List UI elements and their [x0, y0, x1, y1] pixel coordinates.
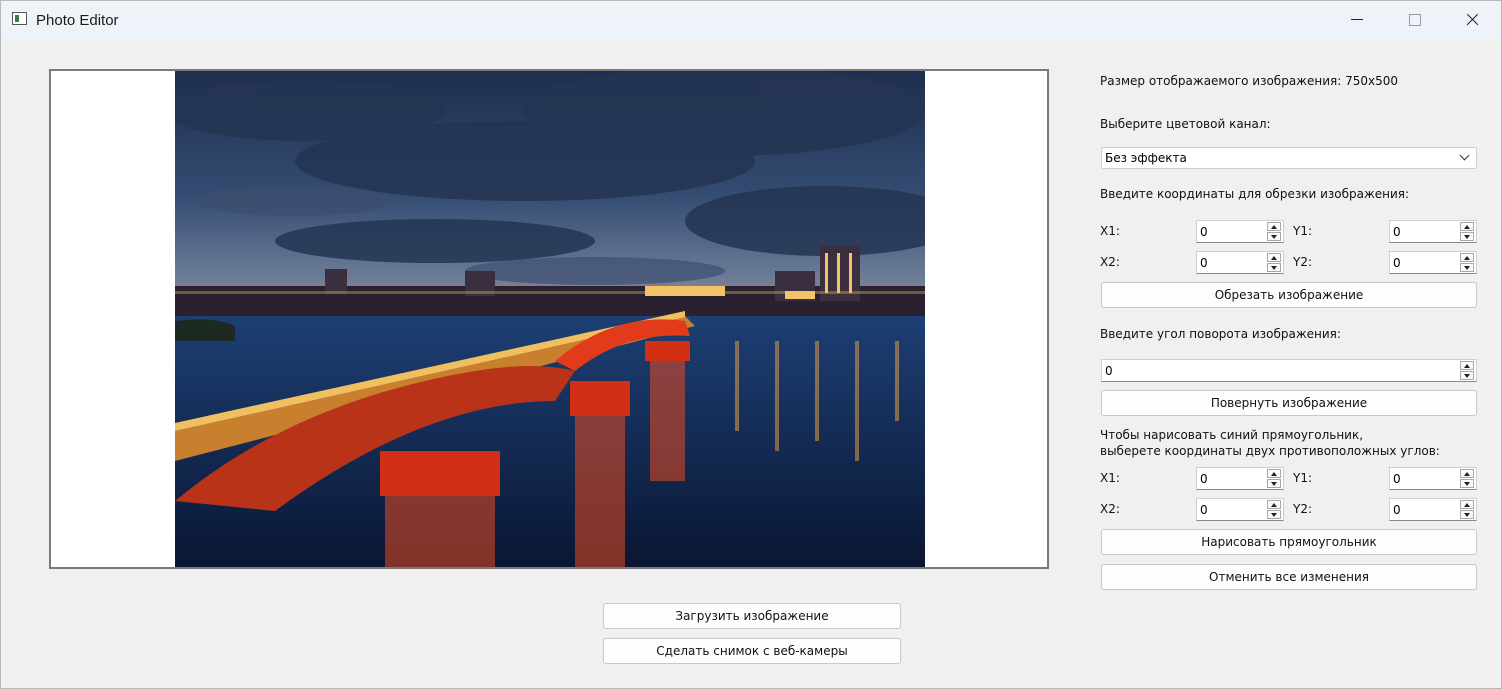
window-title: Photo Editor [36, 12, 119, 29]
rotate-button[interactable]: Повернуть изображение [1101, 390, 1477, 416]
spin-up-icon[interactable] [1267, 469, 1281, 478]
spin-down-icon[interactable] [1460, 263, 1474, 272]
image-display-area [49, 69, 1049, 569]
reset-changes-button[interactable]: Отменить все изменения [1101, 564, 1477, 590]
crop-y1-value: 0 [1393, 225, 1401, 239]
rect-label-line1: Чтобы нарисовать синий прямоугольник, [1100, 428, 1364, 442]
rect-x2-value: 0 [1200, 503, 1208, 517]
rect-x2-label: X2: [1100, 502, 1120, 516]
spin-down-icon[interactable] [1267, 232, 1281, 241]
rotate-label: Введите угол поворота изображения: [1100, 327, 1341, 341]
spin-down-icon[interactable] [1460, 371, 1474, 380]
webcam-snapshot-button[interactable]: Сделать снимок с веб-камеры [603, 638, 901, 664]
spin-up-icon[interactable] [1267, 253, 1281, 262]
app-window: Photo Editor Размер отображаемого изобра… [0, 0, 1502, 689]
spin-up-icon[interactable] [1267, 222, 1281, 231]
spin-up-icon[interactable] [1460, 253, 1474, 262]
spin-up-icon[interactable] [1267, 500, 1281, 509]
crop-label: Введите координаты для обрезки изображен… [1100, 187, 1410, 201]
crop-y1-label: Y1: [1293, 224, 1313, 238]
load-image-button[interactable]: Загрузить изображение [603, 603, 901, 629]
rect-y2-label: Y2: [1293, 502, 1313, 516]
spin-down-icon[interactable] [1267, 263, 1281, 272]
crop-x2-label: X2: [1100, 255, 1120, 269]
crop-y2-spinbox[interactable]: 0 [1389, 251, 1477, 274]
draw-rectangle-button[interactable]: Нарисовать прямоугольник [1101, 529, 1477, 555]
spin-down-icon[interactable] [1460, 479, 1474, 488]
close-icon[interactable] [1444, 1, 1502, 39]
rect-y1-spinbox[interactable]: 0 [1389, 467, 1477, 490]
minimize-icon[interactable] [1328, 1, 1386, 39]
spin-down-icon[interactable] [1460, 510, 1474, 519]
channel-label: Выберите цветовой канал: [1100, 117, 1271, 131]
rect-y2-value: 0 [1393, 503, 1401, 517]
spin-up-icon[interactable] [1460, 361, 1474, 370]
crop-x1-value: 0 [1200, 225, 1208, 239]
maximize-icon[interactable] [1386, 1, 1444, 39]
spin-up-icon[interactable] [1460, 222, 1474, 231]
rotate-angle-spinbox[interactable]: 0 [1101, 359, 1477, 382]
rect-label-line2: выберете координаты двух противоположных… [1100, 444, 1440, 458]
title-bar[interactable]: Photo Editor [1, 1, 1501, 39]
crop-y1-spinbox[interactable]: 0 [1389, 220, 1477, 243]
rect-y1-value: 0 [1393, 472, 1401, 486]
rotate-angle-value: 0 [1105, 364, 1113, 378]
spin-down-icon[interactable] [1267, 479, 1281, 488]
crop-button[interactable]: Обрезать изображение [1101, 282, 1477, 308]
crop-y2-label: Y2: [1293, 255, 1313, 269]
displayed-photo [175, 71, 925, 567]
crop-x2-value: 0 [1200, 256, 1208, 270]
rect-x1-value: 0 [1200, 472, 1208, 486]
rect-y1-label: Y1: [1293, 471, 1313, 485]
rect-x2-spinbox[interactable]: 0 [1196, 498, 1284, 521]
spin-up-icon[interactable] [1460, 469, 1474, 478]
crop-x1-label: X1: [1100, 224, 1120, 238]
color-channel-value: Без эффекта [1105, 151, 1187, 165]
spin-down-icon[interactable] [1267, 510, 1281, 519]
spin-down-icon[interactable] [1460, 232, 1474, 241]
rect-y2-spinbox[interactable]: 0 [1389, 498, 1477, 521]
photo-app-icon [12, 12, 27, 25]
rect-x1-spinbox[interactable]: 0 [1196, 467, 1284, 490]
crop-y2-value: 0 [1393, 256, 1401, 270]
image-size-label: Размер отображаемого изображения: 750x50… [1100, 74, 1399, 88]
crop-x1-spinbox[interactable]: 0 [1196, 220, 1284, 243]
crop-x2-spinbox[interactable]: 0 [1196, 251, 1284, 274]
rect-x1-label: X1: [1100, 471, 1120, 485]
spin-up-icon[interactable] [1460, 500, 1474, 509]
color-channel-select[interactable]: Без эффекта [1101, 147, 1477, 169]
chevron-down-icon [1459, 150, 1470, 161]
